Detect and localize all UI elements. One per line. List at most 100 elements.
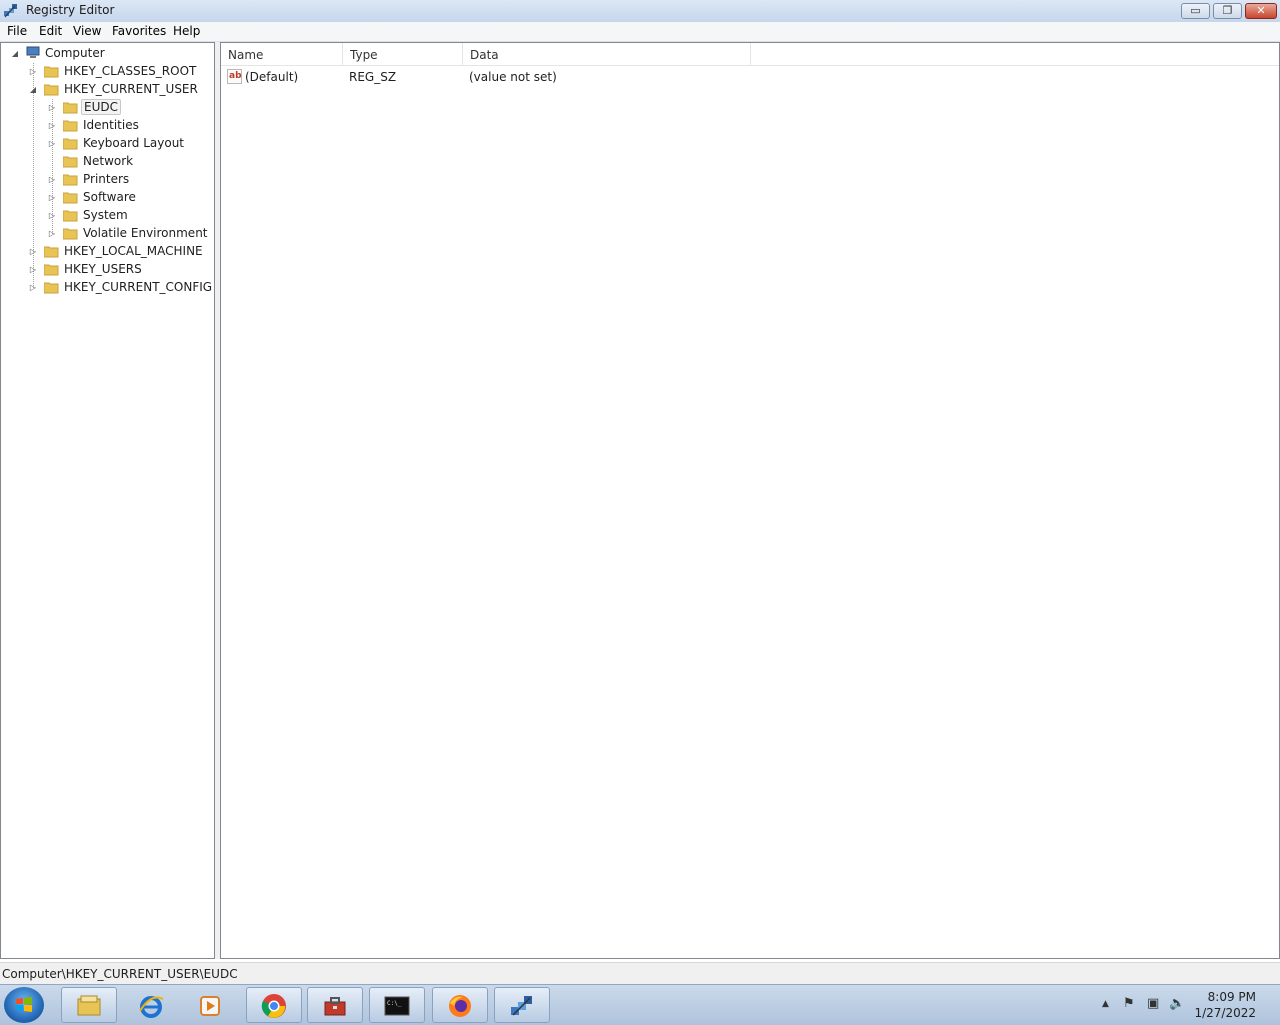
tree-item-label: HKEY_CURRENT_USER [64,82,198,96]
file-explorer-icon [77,995,101,1016]
windows-logo-icon [16,997,32,1012]
expand-arrow-icon[interactable]: ▷ [48,175,56,185]
tree-item-label: Software [83,190,136,204]
expand-arrow-icon[interactable]: ▷ [29,247,37,257]
menu-bar: File Edit View Favorites Help [0,22,1280,42]
value-row[interactable]: ab (Default) REG_SZ (value not set) [221,67,1021,87]
maximize-button[interactable]: ❐ [1213,3,1242,19]
collapse-arrow-icon[interactable]: ◢ [11,49,19,59]
value-type: REG_SZ [349,70,397,84]
close-icon: ✕ [1256,4,1266,17]
column-header-label: Type [350,48,378,62]
folder-icon [44,66,59,78]
tree-item-system[interactable]: ▷ System [1,207,211,225]
tree-item-volatile-environment[interactable]: ▷ Volatile Environment [1,225,211,243]
column-header-name[interactable]: Name [221,43,343,65]
taskbar-internet-explorer[interactable] [123,987,179,1023]
menu-view[interactable]: View [73,24,101,38]
value-data: (value not set) [469,70,557,84]
folder-icon [63,174,78,186]
tree-item-hkey-users[interactable]: ▷ HKEY_USERS [1,261,211,279]
tree-item-label: System [83,208,128,222]
clock-time: 8:09 PM [1207,990,1256,1004]
header-divider [221,65,1279,66]
tree-item-printers[interactable]: ▷ Printers [1,171,211,189]
computer-icon [26,46,40,58]
tree-item-label: Identities [83,118,139,132]
folder-icon [63,192,78,204]
internet-explorer-icon [139,996,164,1018]
menu-favorites[interactable]: Favorites [112,24,166,38]
taskbar-firefox[interactable] [432,987,488,1023]
chrome-icon [261,994,286,1018]
menu-help[interactable]: Help [173,24,200,38]
minimize-icon: ▭ [1190,4,1201,17]
folder-icon [63,210,78,222]
tree-item-eudc[interactable]: ▷ EUDC [1,99,211,117]
taskbar-command-prompt[interactable]: C:\_ [369,987,425,1023]
taskbar-media-player[interactable] [182,987,238,1023]
tree-item-label: HKEY_CURRENT_CONFIG [64,280,213,294]
menu-file[interactable]: File [7,24,27,38]
expand-arrow-icon[interactable]: ▷ [48,229,56,239]
tree-item-label: Volatile Environment [83,226,208,240]
tree-item-hkey-current-user[interactable]: ◢ HKEY_CURRENT_USER [1,81,211,99]
tree-item-hkey-current-config[interactable]: ▷ HKEY_CURRENT_CONFIG [1,279,213,297]
column-header-type[interactable]: Type [343,43,463,65]
tree-item-hkey-local-machine[interactable]: ▷ HKEY_LOCAL_MACHINE [1,243,211,261]
tree-item-hkey-classes-root[interactable]: ▷ HKEY_CLASSES_ROOT [1,63,211,81]
folder-icon [63,120,78,132]
window-title: Registry Editor [26,3,115,17]
tree-item-network[interactable]: Network [1,153,211,171]
action-center-flag-icon[interactable]: ⚑ [1123,996,1135,1011]
tree-item-identities[interactable]: ▷ Identities [1,117,211,135]
tree-item-label: EUDC [81,99,121,115]
values-list[interactable]: Name Type Data ab (Default) REG_SZ (valu… [220,42,1280,959]
tree-item-label: Keyboard Layout [83,136,185,150]
clock[interactable]: 8:09 PM 1/27/2022 [1194,989,1256,1021]
registry-editor-icon [4,4,17,18]
tree-item-label: HKEY_CLASSES_ROOT [64,64,197,78]
taskbar-registry-editor[interactable] [494,987,550,1023]
folder-icon [63,138,78,150]
expand-arrow-icon[interactable]: ▷ [48,103,56,113]
value-name: (Default) [245,70,299,84]
menu-edit[interactable]: Edit [39,24,62,38]
tree-item-computer[interactable]: ◢ Computer [1,45,211,63]
expand-arrow-icon[interactable]: ▷ [29,67,37,77]
show-hidden-icons-icon[interactable]: ▲ [1102,999,1109,1009]
network-icon[interactable]: ▣ [1147,996,1159,1011]
expand-arrow-icon[interactable]: ▷ [48,211,56,221]
tree-item-keyboard-layout[interactable]: ▷ Keyboard Layout [1,135,211,153]
clock-date: 1/27/2022 [1194,1006,1256,1020]
folder-icon [44,282,59,294]
tree-item-label: HKEY_USERS [64,262,142,276]
volume-icon[interactable]: 🔈 [1169,996,1185,1011]
folder-icon [63,228,78,240]
tree-item-software[interactable]: ▷ Software [1,189,211,207]
svg-text:C:\_: C:\_ [387,1000,402,1007]
expand-arrow-icon[interactable]: ▷ [29,265,37,275]
expand-arrow-icon[interactable]: ▷ [29,283,37,293]
status-bar: Computer\HKEY_CURRENT_USER\EUDC [0,962,1280,985]
start-button[interactable] [4,987,44,1023]
column-header-data[interactable]: Data [463,43,751,65]
folder-icon [63,102,78,114]
expand-arrow-icon[interactable]: ▷ [48,193,56,203]
expand-arrow-icon[interactable]: ▷ [48,139,56,149]
folder-icon [44,264,59,276]
taskbar-chrome[interactable] [246,987,302,1023]
collapse-arrow-icon[interactable]: ◢ [29,85,37,95]
system-tray: ▲ ⚑ ▣ 🔈 8:09 PM 1/27/2022 [1096,985,1280,1025]
restore-icon: ❐ [1222,4,1233,17]
column-header-label: Name [228,48,264,62]
close-button[interactable]: ✕ [1245,3,1277,19]
taskbar-file-explorer[interactable] [61,987,117,1023]
tree-item-label: Computer [45,46,105,60]
column-header-label: Data [470,48,499,62]
registry-tree[interactable]: ◢ Computer ▷ HKEY_CLASSES_ROOT ◢ HKEY_CU… [0,42,215,959]
taskbar-toolbox[interactable] [307,987,363,1023]
minimize-button[interactable]: ▭ [1181,3,1210,19]
title-bar: Registry Editor ▭ ❐ ✕ [0,0,1280,23]
expand-arrow-icon[interactable]: ▷ [48,121,56,131]
